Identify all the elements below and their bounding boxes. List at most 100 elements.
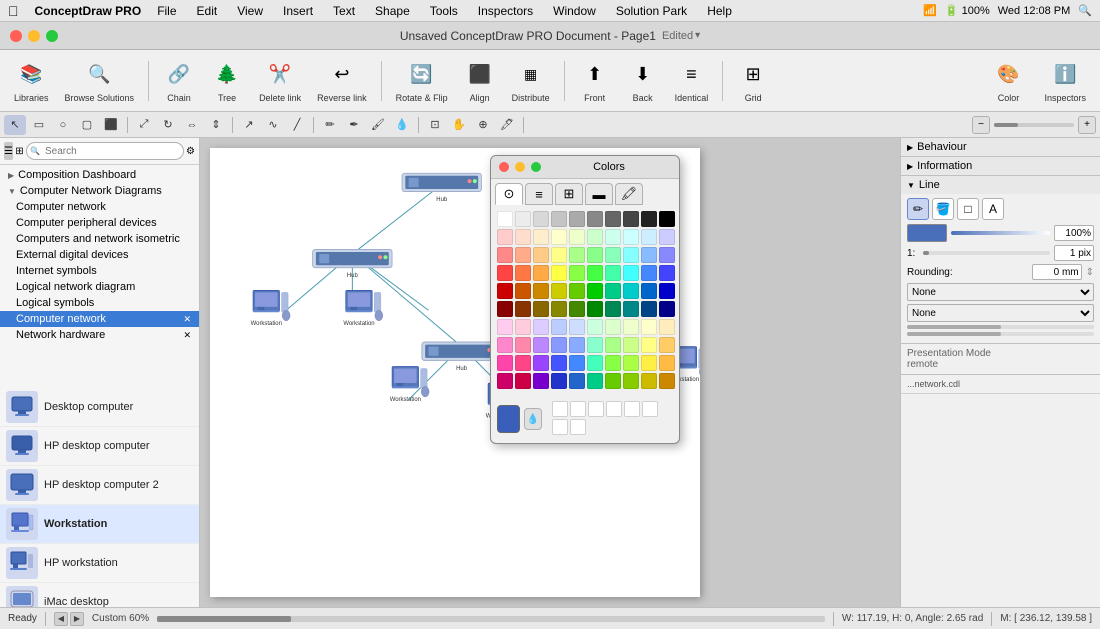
rounding-input[interactable] bbox=[1032, 264, 1082, 280]
sidebar-item-cn-selected[interactable]: Computer network ✕ bbox=[0, 311, 199, 327]
colors-minimize[interactable] bbox=[515, 162, 525, 172]
color-cell[interactable] bbox=[659, 265, 675, 281]
color-cell[interactable] bbox=[659, 301, 675, 317]
color-cell[interactable] bbox=[497, 247, 513, 263]
zoom-slider[interactable] bbox=[994, 123, 1074, 127]
color-cell[interactable] bbox=[533, 283, 549, 299]
menu-insert[interactable]: Insert bbox=[279, 4, 317, 18]
menu-shape[interactable]: Shape bbox=[371, 4, 414, 18]
color-cell[interactable] bbox=[641, 283, 657, 299]
color-cell[interactable] bbox=[659, 283, 675, 299]
sidebar-item-computer-network[interactable]: Computer network bbox=[0, 199, 199, 215]
color-cell[interactable] bbox=[515, 319, 531, 335]
color-cell[interactable] bbox=[497, 211, 513, 227]
tool-flip-v[interactable]: ⇕ bbox=[205, 115, 227, 135]
lib-item-hp-workstation[interactable]: HP workstation bbox=[0, 544, 199, 583]
color-cell[interactable] bbox=[569, 265, 585, 281]
toolbar-front[interactable]: ⬆ Front bbox=[573, 57, 617, 105]
color-cell[interactable] bbox=[551, 283, 567, 299]
tool-ellipse[interactable]: ○ bbox=[52, 115, 74, 135]
color-cell[interactable] bbox=[497, 373, 513, 389]
color-cell[interactable] bbox=[587, 211, 603, 227]
color-cell[interactable] bbox=[515, 265, 531, 281]
color-cell[interactable] bbox=[605, 283, 621, 299]
color-cell[interactable] bbox=[605, 211, 621, 227]
color-recent-7[interactable] bbox=[552, 419, 568, 435]
panel-information-header[interactable]: ▶ Information bbox=[901, 157, 1100, 175]
color-cell[interactable] bbox=[569, 373, 585, 389]
sidebar-list-view[interactable]: ☰ bbox=[4, 142, 13, 160]
tool-eyedropper[interactable]: 💧 bbox=[391, 115, 413, 135]
color-cell[interactable] bbox=[569, 247, 585, 263]
line-tool-text[interactable]: A bbox=[982, 198, 1004, 220]
color-cell[interactable] bbox=[605, 301, 621, 317]
width-input[interactable] bbox=[1054, 245, 1094, 261]
toolbar-inspectors[interactable]: ℹ️ Inspectors bbox=[1038, 57, 1092, 105]
color-cell[interactable] bbox=[569, 319, 585, 335]
sidebar-grid-view[interactable]: ⊞ bbox=[15, 142, 24, 160]
color-cell[interactable] bbox=[533, 373, 549, 389]
color-cell[interactable] bbox=[623, 229, 639, 245]
color-cell[interactable] bbox=[569, 337, 585, 353]
color-cell[interactable] bbox=[659, 229, 675, 245]
color-cell[interactable] bbox=[497, 265, 513, 281]
toolbar-back[interactable]: ⬇ Back bbox=[621, 57, 665, 105]
color-cell[interactable] bbox=[587, 247, 603, 263]
lib-item-desktop[interactable]: Desktop computer bbox=[0, 388, 199, 427]
color-cell[interactable] bbox=[497, 229, 513, 245]
color-cell[interactable] bbox=[569, 283, 585, 299]
color-cell[interactable] bbox=[605, 247, 621, 263]
menu-inspectors[interactable]: Inspectors bbox=[474, 4, 537, 18]
toolbar-reverse-link[interactable]: ↩ Reverse link bbox=[311, 57, 373, 105]
tool-select[interactable]: ↖ bbox=[4, 115, 26, 135]
color-cell[interactable] bbox=[641, 373, 657, 389]
color-cell[interactable] bbox=[587, 265, 603, 281]
color-cell[interactable] bbox=[515, 229, 531, 245]
app-name[interactable]: ConceptDraw PRO bbox=[35, 4, 142, 18]
color-cell[interactable] bbox=[623, 247, 639, 263]
toolbar-color[interactable]: 🎨 Color bbox=[986, 57, 1030, 105]
tool-paint[interactable]: 🖌 bbox=[367, 115, 389, 135]
color-cell[interactable] bbox=[515, 211, 531, 227]
color-cell[interactable] bbox=[533, 355, 549, 371]
color-cell[interactable] bbox=[605, 355, 621, 371]
color-cell[interactable] bbox=[515, 337, 531, 353]
tool-bezier[interactable]: ∿ bbox=[262, 115, 284, 135]
tool-shape4[interactable]: ⬛ bbox=[100, 115, 122, 135]
color-cell[interactable] bbox=[659, 247, 675, 263]
color-cell[interactable] bbox=[659, 211, 675, 227]
color-cell[interactable] bbox=[533, 211, 549, 227]
color-cell[interactable] bbox=[497, 319, 513, 335]
color-cell[interactable] bbox=[587, 373, 603, 389]
color-cell[interactable] bbox=[569, 229, 585, 245]
menu-view[interactable]: View bbox=[233, 4, 267, 18]
menu-help[interactable]: Help bbox=[703, 4, 736, 18]
tool-zoom-fit[interactable]: ⊡ bbox=[424, 115, 446, 135]
color-cell[interactable] bbox=[497, 337, 513, 353]
colors-tab-spectrum[interactable]: ▬ bbox=[585, 183, 613, 205]
color-cell[interactable] bbox=[551, 265, 567, 281]
color-cell[interactable] bbox=[659, 373, 675, 389]
search-input[interactable] bbox=[26, 142, 184, 160]
extra-slider-track-2[interactable] bbox=[907, 332, 1094, 336]
tool-rect[interactable]: ▭ bbox=[28, 115, 50, 135]
color-cell[interactable] bbox=[551, 247, 567, 263]
color-cell[interactable] bbox=[605, 265, 621, 281]
toolbar-distribute[interactable]: ▦ Distribute bbox=[506, 57, 556, 105]
color-cell[interactable] bbox=[587, 229, 603, 245]
close-button[interactable] bbox=[10, 30, 22, 42]
color-recent-5[interactable] bbox=[624, 401, 640, 417]
start-cap-select[interactable]: None Arrow Circle bbox=[907, 283, 1094, 301]
color-recent-8[interactable] bbox=[570, 419, 586, 435]
color-cell[interactable] bbox=[641, 247, 657, 263]
sidebar-item-network-hardware[interactable]: Network hardware ✕ bbox=[0, 327, 199, 343]
color-cell[interactable] bbox=[551, 337, 567, 353]
menu-solution-park[interactable]: Solution Park bbox=[612, 4, 691, 18]
color-cell[interactable] bbox=[623, 337, 639, 353]
tool-connect[interactable]: ↗ bbox=[238, 115, 260, 135]
tool-hand[interactable]: ✋ bbox=[448, 115, 470, 135]
color-cell[interactable] bbox=[569, 355, 585, 371]
toolbar-delete-link[interactable]: ✂️ Delete link bbox=[253, 57, 307, 105]
color-cell[interactable] bbox=[551, 301, 567, 317]
opacity-input[interactable] bbox=[1054, 225, 1094, 241]
